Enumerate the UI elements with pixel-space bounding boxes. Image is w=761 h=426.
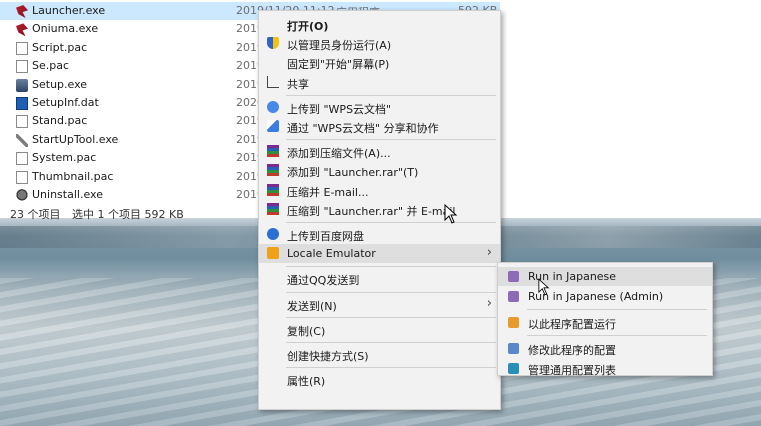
menu-item[interactable]: 上传到百度网盘 [259,225,500,244]
menu-item[interactable]: 添加到压缩文件(A)... [259,142,500,161]
menu-separator [286,367,496,369]
winrar-icon [267,202,279,215]
document-icon [16,60,28,74]
file-name: Launcher.exe [32,4,106,17]
status-selection: 选中 1 个项目 592 KB [72,208,184,221]
menu-separator [286,342,496,343]
file-name: System.pac [32,151,97,165]
uninstall-icon [16,189,28,202]
menu-separator [286,266,496,268]
menu-separator [286,94,496,96]
menu-item[interactable]: 打开(O) [259,15,500,34]
status-item-count: 23 个项目 [10,208,61,221]
menu-item-label: 压缩并 E-mail... [287,185,369,199]
document-icon [16,152,28,166]
menu-item[interactable]: Locale Emulator › [259,244,500,264]
launcher-icon [16,5,28,18]
menu-item-label: 创建快捷方式(S) [287,350,369,363]
menu-item-label: 属性(R) [287,375,326,389]
submenu-item[interactable]: Run in Japanese (Admin) [498,287,712,306]
menu-item-label: 通过QQ发送到 [287,274,360,288]
winrar-icon [267,183,279,196]
menu-item[interactable]: 发送到(N) › [259,295,500,314]
menu-item[interactable]: 上传到 "WPS云文档" [259,98,500,117]
winrar-icon [267,145,279,158]
menu-item-label: 添加到压缩文件(A)... [287,147,391,161]
dat-icon [16,97,28,110]
file-name: Stand.pac [32,114,88,128]
menu-item-label: 固定到"开始"屏幕(P) [287,58,390,72]
wps-share-icon [267,120,279,132]
file-name: Setup.exe [32,77,88,91]
locale-emulator-submenu: Run in Japanese Run in Japanese (Admin) 以此… [497,262,713,378]
menu-separator [286,222,496,223]
submenu-item[interactable]: 以此程序配置运行 [498,313,712,332]
submenu-item-label: 修改此程序的配置 [528,344,616,357]
menu-item[interactable]: 压缩到 "Launcher.rar" 并 E-mail [259,200,500,219]
submenu-item-label: 以此程序配置运行 [528,318,616,331]
menu-item-label: 通过 "WPS云文档" 分享和协作 [287,122,439,135]
cloud-upload-icon [267,100,279,113]
context-menu: 打开(O) 以管理员身份运行(A) 固定到"开始"屏幕(P) 共享上传到 "WPS云文… [258,10,501,410]
launcher-icon [16,23,28,37]
locale-emulator-icon [267,247,279,260]
menu-item-label: 压缩到 "Launcher.rar" 并 E-mail [287,204,456,218]
menu-item-label: 发送到(N) [287,299,337,313]
menu-item[interactable]: 属性(R) [259,370,500,389]
menu-item[interactable]: 通过 "WPS云文档" 分享和协作 [259,117,500,136]
menu-item-label: 上传到百度网盘 [287,230,364,243]
menu-item-label: Locale Emulator [287,247,376,261]
menu-item-label: 共享 [287,77,309,91]
winrar-icon [267,164,279,177]
menu-separator [286,139,496,141]
menu-item-label: 以管理员身份运行(A) [287,39,392,53]
le-purple-icon [508,271,519,282]
file-name: Oniuma.exe [32,22,99,36]
file-name: SetupInf.dat [32,96,99,109]
menu-separator [286,316,496,318]
menu-item-label: 复制(C) [287,324,326,338]
chevron-right-icon: › [486,295,492,311]
shield-icon [267,37,279,50]
submenu-item[interactable]: 管理通用配置列表 [498,359,712,378]
document-icon [16,41,28,55]
submenu-item[interactable]: 修改此程序的配置 [498,339,712,358]
le-blue-icon [508,343,519,354]
le-orange-icon [508,317,519,328]
setup-icon [16,78,28,92]
le-purple-icon [508,291,519,302]
submenu-item[interactable]: Run in Japanese [498,267,712,286]
tool-icon [16,133,28,147]
menu-item-label: 上传到 "WPS云文档" [287,102,392,116]
menu-item[interactable]: 通过QQ发送到 [259,269,500,288]
baidu-icon [267,228,279,240]
submenu-item-label: 管理通用配置列表 [528,364,616,377]
file-name: Uninstall.exe [32,188,103,201]
share-icon [267,75,279,88]
menu-item[interactable]: 创建快捷方式(S) [259,345,500,364]
document-icon [16,170,28,184]
le-cyan-icon [508,363,519,374]
menu-item[interactable]: 添加到 "Launcher.rar"(T) [259,161,500,180]
menu-item-label: 打开(O) [287,20,329,33]
document-icon [16,115,28,129]
file-name: Se.pac [32,59,70,73]
menu-item-label: 添加到 "Launcher.rar"(T) [287,166,419,180]
file-name: Script.pac [32,40,88,54]
menu-item[interactable]: 压缩并 E-mail... [259,181,500,200]
file-name: Thumbnail.pac [32,169,114,183]
menu-separator [286,291,496,293]
file-name: StartUpTool.exe [32,132,119,146]
chevron-right-icon: › [486,245,492,261]
menu-separator [527,335,707,336]
menu-item[interactable]: 固定到"开始"屏幕(P) [259,53,500,72]
menu-item[interactable]: 复制(C) [259,320,500,339]
menu-separator [527,309,707,310]
menu-item[interactable]: 以管理员身份运行(A) [259,34,500,53]
menu-item[interactable]: 共享 [259,73,500,92]
